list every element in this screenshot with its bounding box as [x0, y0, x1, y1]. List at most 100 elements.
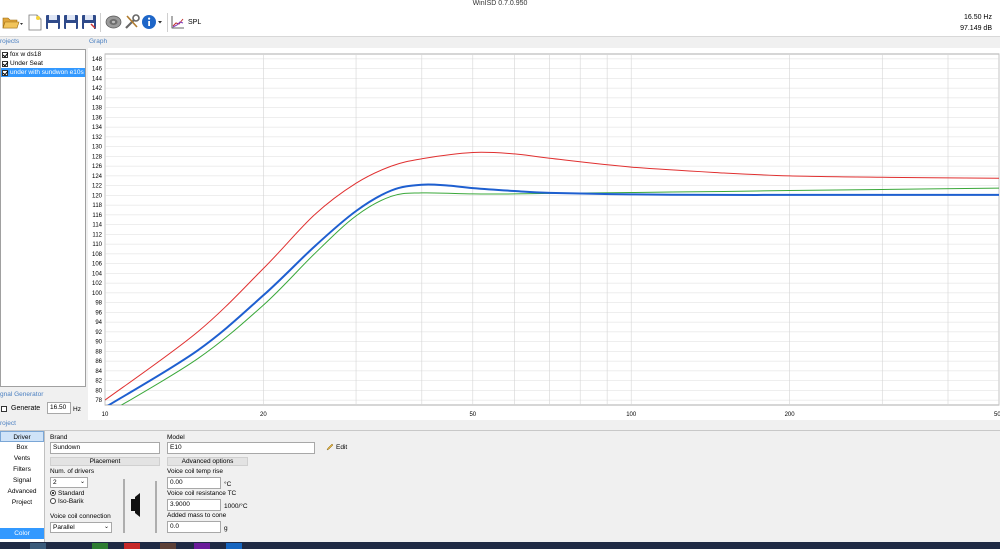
taskbar-app-icon[interactable]	[124, 543, 140, 549]
y-tick-label: 116	[92, 213, 102, 219]
y-tick-label: 124	[92, 174, 103, 180]
taskbar-app-icon[interactable]	[226, 543, 242, 549]
project-tabs: Driver Box Vents Filters Signal Advanced…	[0, 431, 45, 543]
standard-label: Standard	[58, 490, 85, 497]
vc-resistance-label: Voice coil resistance TC	[167, 490, 237, 497]
added-mass-label: Added mass to cone	[167, 512, 227, 519]
vc-temp-field[interactable]: 0.00	[167, 477, 221, 489]
y-tick-label: 100	[92, 291, 103, 297]
y-tick-label: 134	[92, 125, 103, 131]
generate-check-box[interactable]	[1, 405, 7, 412]
save-all-icon[interactable]	[62, 13, 80, 31]
placement-header: Placement	[50, 457, 160, 466]
signal-frequency-unit: Hz	[73, 406, 81, 413]
added-mass-field[interactable]: 0.0	[167, 521, 221, 533]
y-tick-label: 136	[92, 115, 103, 121]
num-drivers-value: 2	[53, 479, 57, 486]
color-button[interactable]: Color	[0, 528, 44, 539]
num-drivers-select[interactable]: 2 ⌄	[50, 477, 88, 488]
projects-section-label: rojects	[0, 38, 20, 45]
y-tick-label: 128	[92, 154, 103, 160]
x-tick-label: 20	[260, 412, 267, 418]
model-field[interactable]: E10	[167, 442, 315, 454]
isobarik-label: Iso-Barik	[58, 498, 84, 505]
y-tick-label: 118	[92, 203, 102, 209]
spl-chart-button[interactable]: SPL	[171, 13, 205, 31]
brand-label: Brand	[50, 434, 68, 441]
chevron-down-icon: ⌄	[79, 479, 85, 485]
added-mass-unit: g	[224, 525, 228, 532]
spl-graph[interactable]: 78 80 82 84 86 88 90 92 94 96 98 100 102 104 106 108 110…	[88, 48, 1000, 420]
project-name: Under Seat	[10, 60, 43, 67]
spl-label: SPL	[188, 18, 202, 26]
y-tick-label: 114	[92, 223, 102, 229]
project-visible-checkbox[interactable]	[2, 69, 8, 76]
y-tick-label: 94	[95, 320, 102, 326]
tab-vents[interactable]: Vents	[0, 453, 44, 464]
taskbar-app-icon[interactable]	[30, 543, 46, 549]
project-list-item[interactable]: under with sundwon e10s	[1, 68, 85, 77]
project-visible-checkbox[interactable]	[2, 51, 8, 58]
tab-signal[interactable]: Signal	[0, 475, 44, 486]
project-list-item[interactable]: Under Seat	[1, 59, 85, 68]
project-visible-checkbox[interactable]	[2, 60, 8, 67]
y-tick-label: 122	[92, 184, 103, 190]
project-section-label: roject	[0, 420, 16, 427]
x-tick-label: 10	[102, 412, 109, 418]
tab-box[interactable]: Box	[0, 442, 44, 453]
taskbar-app-icon[interactable]	[92, 543, 108, 549]
x-tick-label: 50	[469, 412, 476, 418]
info-icon[interactable]	[141, 13, 163, 31]
standard-radio[interactable]: Standard	[50, 490, 84, 497]
y-tick-label: 96	[95, 310, 102, 316]
isobarik-radio-button[interactable]	[50, 498, 56, 505]
spl-chart[interactable]: 78 80 82 84 86 88 90 92 94 96 98 100 102 104 106 108 110…	[88, 48, 1000, 420]
y-tick-label: 146	[92, 67, 103, 73]
graph-section-label: Graph	[89, 38, 108, 45]
tab-filters[interactable]: Filters	[0, 464, 44, 475]
y-tick-label: 86	[95, 359, 102, 365]
project-list-item[interactable]: fox w ds18	[1, 50, 85, 59]
y-tick-label: 140	[92, 96, 103, 102]
project-name: fox w ds18	[10, 51, 42, 58]
tab-advanced[interactable]: Advanced	[0, 486, 44, 497]
edit-button[interactable]: Edit	[326, 443, 347, 451]
save-icon[interactable]	[44, 13, 62, 31]
projects-list[interactable]: fox w ds18 Under Seat under with sundwon e…	[0, 49, 86, 387]
vc-temp-unit: °C	[224, 481, 232, 488]
y-tick-label: 138	[92, 106, 103, 112]
taskbar-app-icon[interactable]	[194, 543, 210, 549]
toolbar-separator	[100, 13, 101, 32]
project-panel: Driver Box Vents Filters Signal Advanced…	[0, 430, 1000, 543]
y-tick-label: 110	[92, 242, 102, 248]
signal-frequency-input[interactable]: 16.50	[47, 402, 71, 414]
cursor-frequency-readout: 16.50 Hz	[963, 14, 992, 21]
cursor-spl-readout: 97.149 dB	[960, 25, 992, 32]
open-icon[interactable]	[2, 13, 24, 31]
brand-field[interactable]: Sundown	[50, 442, 160, 454]
y-tick-label: 142	[92, 86, 103, 92]
y-tick-label: 120	[92, 193, 103, 199]
signal-generator-section-label: gnal Generator	[0, 391, 44, 398]
edit-label: Edit	[336, 443, 348, 451]
tools-icon[interactable]	[123, 13, 141, 31]
save-as-icon[interactable]	[80, 13, 98, 31]
generate-checkbox[interactable]: Generate	[1, 405, 40, 412]
standard-radio-button[interactable]	[50, 490, 56, 497]
y-tick-label: 84	[95, 369, 102, 375]
tab-driver[interactable]: Driver	[0, 431, 44, 442]
driver-editor-icon[interactable]	[104, 13, 122, 31]
tab-project[interactable]: Project	[0, 497, 44, 508]
taskbar-app-icon[interactable]	[160, 543, 176, 549]
toolbar: SPL 16.50 Hz 97.149 dB	[0, 7, 1000, 37]
y-tick-label: 130	[92, 145, 103, 151]
new-icon[interactable]	[26, 13, 44, 31]
y-tick-label: 112	[92, 232, 102, 238]
vc-resistance-unit: 1000/°C	[224, 503, 248, 510]
y-tick-label: 98	[95, 301, 102, 307]
voice-coil-connection-select[interactable]: Parallel ⌄	[50, 522, 112, 533]
vc-resistance-field[interactable]: 3.9000	[167, 499, 221, 511]
isobarik-radio[interactable]: Iso-Barik	[50, 498, 84, 505]
spl-chart-icon	[171, 16, 184, 29]
vc-temp-label: Voice coil temp rise	[167, 468, 223, 475]
